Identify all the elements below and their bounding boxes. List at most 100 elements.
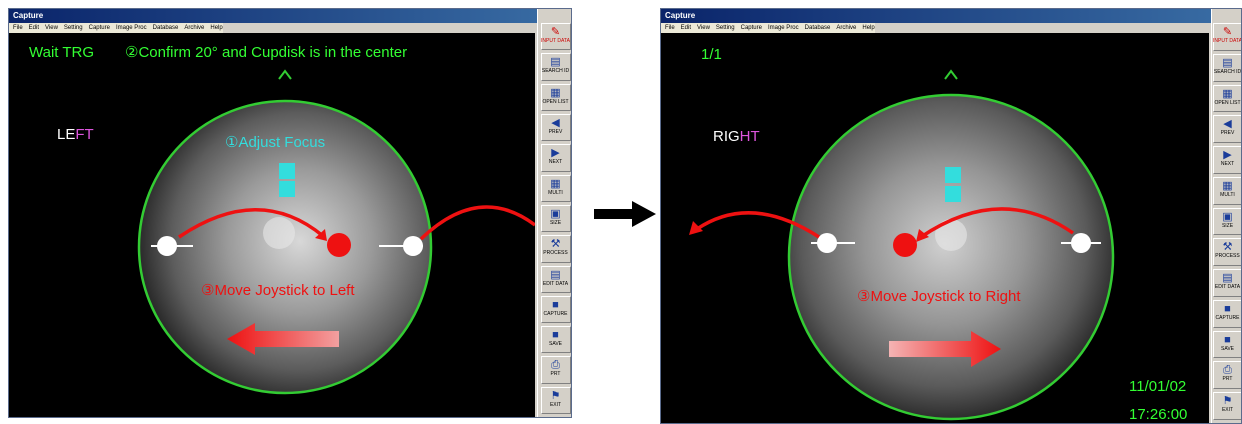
toolbar-button-size[interactable]: ▣ SIZE — [1212, 207, 1241, 236]
toolbar-button-multi[interactable]: ▦ MULTI — [540, 174, 571, 202]
side-toolbar: ✎ INPUT DATA ▤ SEARCH ID ▦ OPEN LIST ◀ PREV ▶ NEX… — [1211, 9, 1242, 423]
fundus-viewport[interactable]: 1/1 RIGHT ③Move Joystick to Right 11/01/… — [661, 33, 1209, 423]
toolbar-button-exit[interactable]: ⚑ EXIT — [540, 386, 571, 415]
process-icon: ⚒ — [550, 238, 561, 251]
menu-capture[interactable]: Capture — [741, 23, 762, 33]
capture-time: 17:26:00 — [1129, 406, 1187, 423]
capture-date: 11/01/02 — [1129, 378, 1186, 395]
menu-bar: File Edit View Setting Capture Image Pro… — [9, 23, 223, 33]
eye-label: LEFT — [57, 126, 94, 143]
toolbar-button-label: PROCESS — [543, 250, 568, 257]
exit-icon: ⚑ — [550, 389, 561, 402]
menu-file[interactable]: File — [13, 23, 23, 33]
toolbar-button-exit[interactable]: ⚑ EXIT — [1212, 392, 1241, 420]
toolbar-button-edit-data[interactable]: ▤ EDIT DATA — [1212, 269, 1241, 297]
focus-marker-top — [945, 167, 961, 183]
toolbar-button-prev[interactable]: ◀ PREV — [1212, 115, 1241, 144]
toolbar-button-label: PRT — [550, 371, 561, 378]
toolbar-button-open-list[interactable]: ▦ OPEN LIST — [1212, 84, 1241, 113]
toolbar-button-open-list[interactable]: ▦ OPEN LIST — [540, 83, 571, 111]
capture-window-left: Capture × File Edit View Setting Capture… — [8, 8, 572, 418]
toolbar-button-prev[interactable]: ◀ PREV — [540, 113, 571, 142]
open-list-icon: ▦ — [1222, 87, 1233, 100]
menu-capture[interactable]: Capture — [89, 23, 110, 33]
toolbar-button-label: PREV — [548, 128, 563, 135]
capture-window-right: Capture File Edit View Setting Capture I… — [660, 8, 1242, 424]
alignment-dot-right — [403, 236, 423, 256]
menu-help[interactable]: Help — [210, 23, 222, 33]
toolbar-button-label: INPUT DATA — [541, 38, 570, 44]
prev-icon: ◀ — [551, 116, 560, 129]
menu-archive[interactable]: Archive — [836, 23, 856, 33]
ring-notch-marker — [944, 69, 958, 80]
toolbar-button-input-data[interactable]: ✎ INPUT DATA — [1212, 23, 1241, 51]
toolbar-button-size[interactable]: ▣ SIZE — [540, 204, 571, 233]
menu-edit[interactable]: Edit — [29, 23, 39, 33]
eye-label-prefix: LE — [57, 126, 75, 143]
size-icon: ▣ — [550, 207, 561, 220]
menu-file[interactable]: File — [665, 23, 675, 33]
toolbar-button-process[interactable]: ⚒ PROCESS — [540, 235, 571, 263]
toolbar-button-label: CAPTURE — [543, 310, 568, 317]
eye-label-suffix: FT — [75, 126, 93, 143]
edit-data-icon: ▤ — [1222, 272, 1233, 285]
edit-data-icon: ▤ — [550, 268, 561, 281]
toolbar-button-prt[interactable]: ⎙ PRT — [540, 356, 571, 384]
optic-disc — [263, 217, 295, 249]
toolbar-button-capture[interactable]: ■ CAPTURE — [1212, 299, 1241, 328]
pen-icon: ✎ — [550, 26, 561, 38]
open-list-icon: ▦ — [550, 86, 561, 99]
focus-marker-bottom — [945, 186, 961, 202]
print-icon: ⎙ — [551, 359, 560, 372]
toolbar-button-label: EXIT — [1221, 407, 1234, 414]
menu-view[interactable]: View — [697, 23, 710, 33]
toolbar-button-edit-data[interactable]: ▤ EDIT DATA — [540, 265, 571, 293]
menu-setting[interactable]: Setting — [64, 23, 83, 33]
toolbar-button-multi[interactable]: ▦ MULTI — [1212, 176, 1241, 205]
instruction-move: ③Move Joystick to Right — [857, 288, 1021, 305]
next-icon: ▶ — [551, 147, 560, 160]
image-counter: 1/1 — [701, 46, 722, 63]
search-id-icon: ▤ — [1222, 56, 1233, 69]
toolbar-button-label: SAVE — [1221, 345, 1234, 352]
toolbar-button-label: EXIT — [549, 401, 562, 408]
pen-icon: ✎ — [1222, 26, 1233, 38]
toolbar-button-search-id[interactable]: ▤ SEARCH ID — [540, 53, 571, 81]
alignment-dot-left — [817, 233, 837, 253]
menu-image-proc[interactable]: Image Proc — [768, 23, 799, 33]
menu-database[interactable]: Database — [153, 23, 179, 33]
menu-help[interactable]: Help — [862, 23, 874, 33]
menu-archive[interactable]: Archive — [184, 23, 204, 33]
instruction-confirm: ②Confirm 20° and Cupdisk is in the cente… — [125, 44, 407, 61]
process-icon: ⚒ — [1222, 241, 1233, 254]
fundus-image — [789, 95, 1113, 419]
menu-edit[interactable]: Edit — [681, 23, 691, 33]
menu-setting[interactable]: Setting — [716, 23, 735, 33]
save-icon: ■ — [552, 329, 559, 342]
toolbar-button-label: MULTI — [1220, 191, 1235, 198]
toolbar-button-save[interactable]: ■ SAVE — [540, 326, 571, 354]
instruction-move: ③Move Joystick to Left — [201, 282, 355, 299]
toolbar-button-search-id[interactable]: ▤ SEARCH ID — [1212, 53, 1242, 82]
toolbar-button-process[interactable]: ⚒ PROCESS — [1212, 238, 1241, 267]
toolbar-button-input-data[interactable]: ✎ INPUT DATA — [540, 23, 571, 51]
fundus-viewport[interactable]: Wait TRG ②Confirm 20° and Cupdisk is in … — [9, 33, 535, 417]
size-icon: ▣ — [1222, 210, 1233, 223]
alignment-dot-left — [157, 236, 177, 256]
toolbar-button-next[interactable]: ▶ NEXT — [1212, 146, 1241, 174]
toolbar-button-label: SEARCH ID — [1213, 68, 1242, 75]
fundus-overlay: 1/1 RIGHT ③Move Joystick to Right 11/01/… — [689, 46, 1187, 423]
menu-view[interactable]: View — [45, 23, 58, 33]
menu-database[interactable]: Database — [805, 23, 831, 33]
multi-icon: ▦ — [1222, 179, 1233, 192]
exit-icon: ⚑ — [1222, 395, 1233, 408]
toolbar-button-prt[interactable]: ⎙ PRT — [1212, 361, 1241, 390]
menu-image-proc[interactable]: Image Proc — [116, 23, 147, 33]
toolbar-button-label: PRT — [1222, 376, 1233, 383]
toolbar-button-capture[interactable]: ■ CAPTURE — [540, 295, 571, 324]
toolbar-button-save[interactable]: ■ SAVE — [1212, 330, 1241, 359]
toolbar-button-next[interactable]: ▶ NEXT — [540, 144, 571, 172]
ring-notch-marker — [278, 69, 292, 80]
target-dot — [893, 233, 917, 257]
focus-marker-top — [279, 163, 295, 179]
